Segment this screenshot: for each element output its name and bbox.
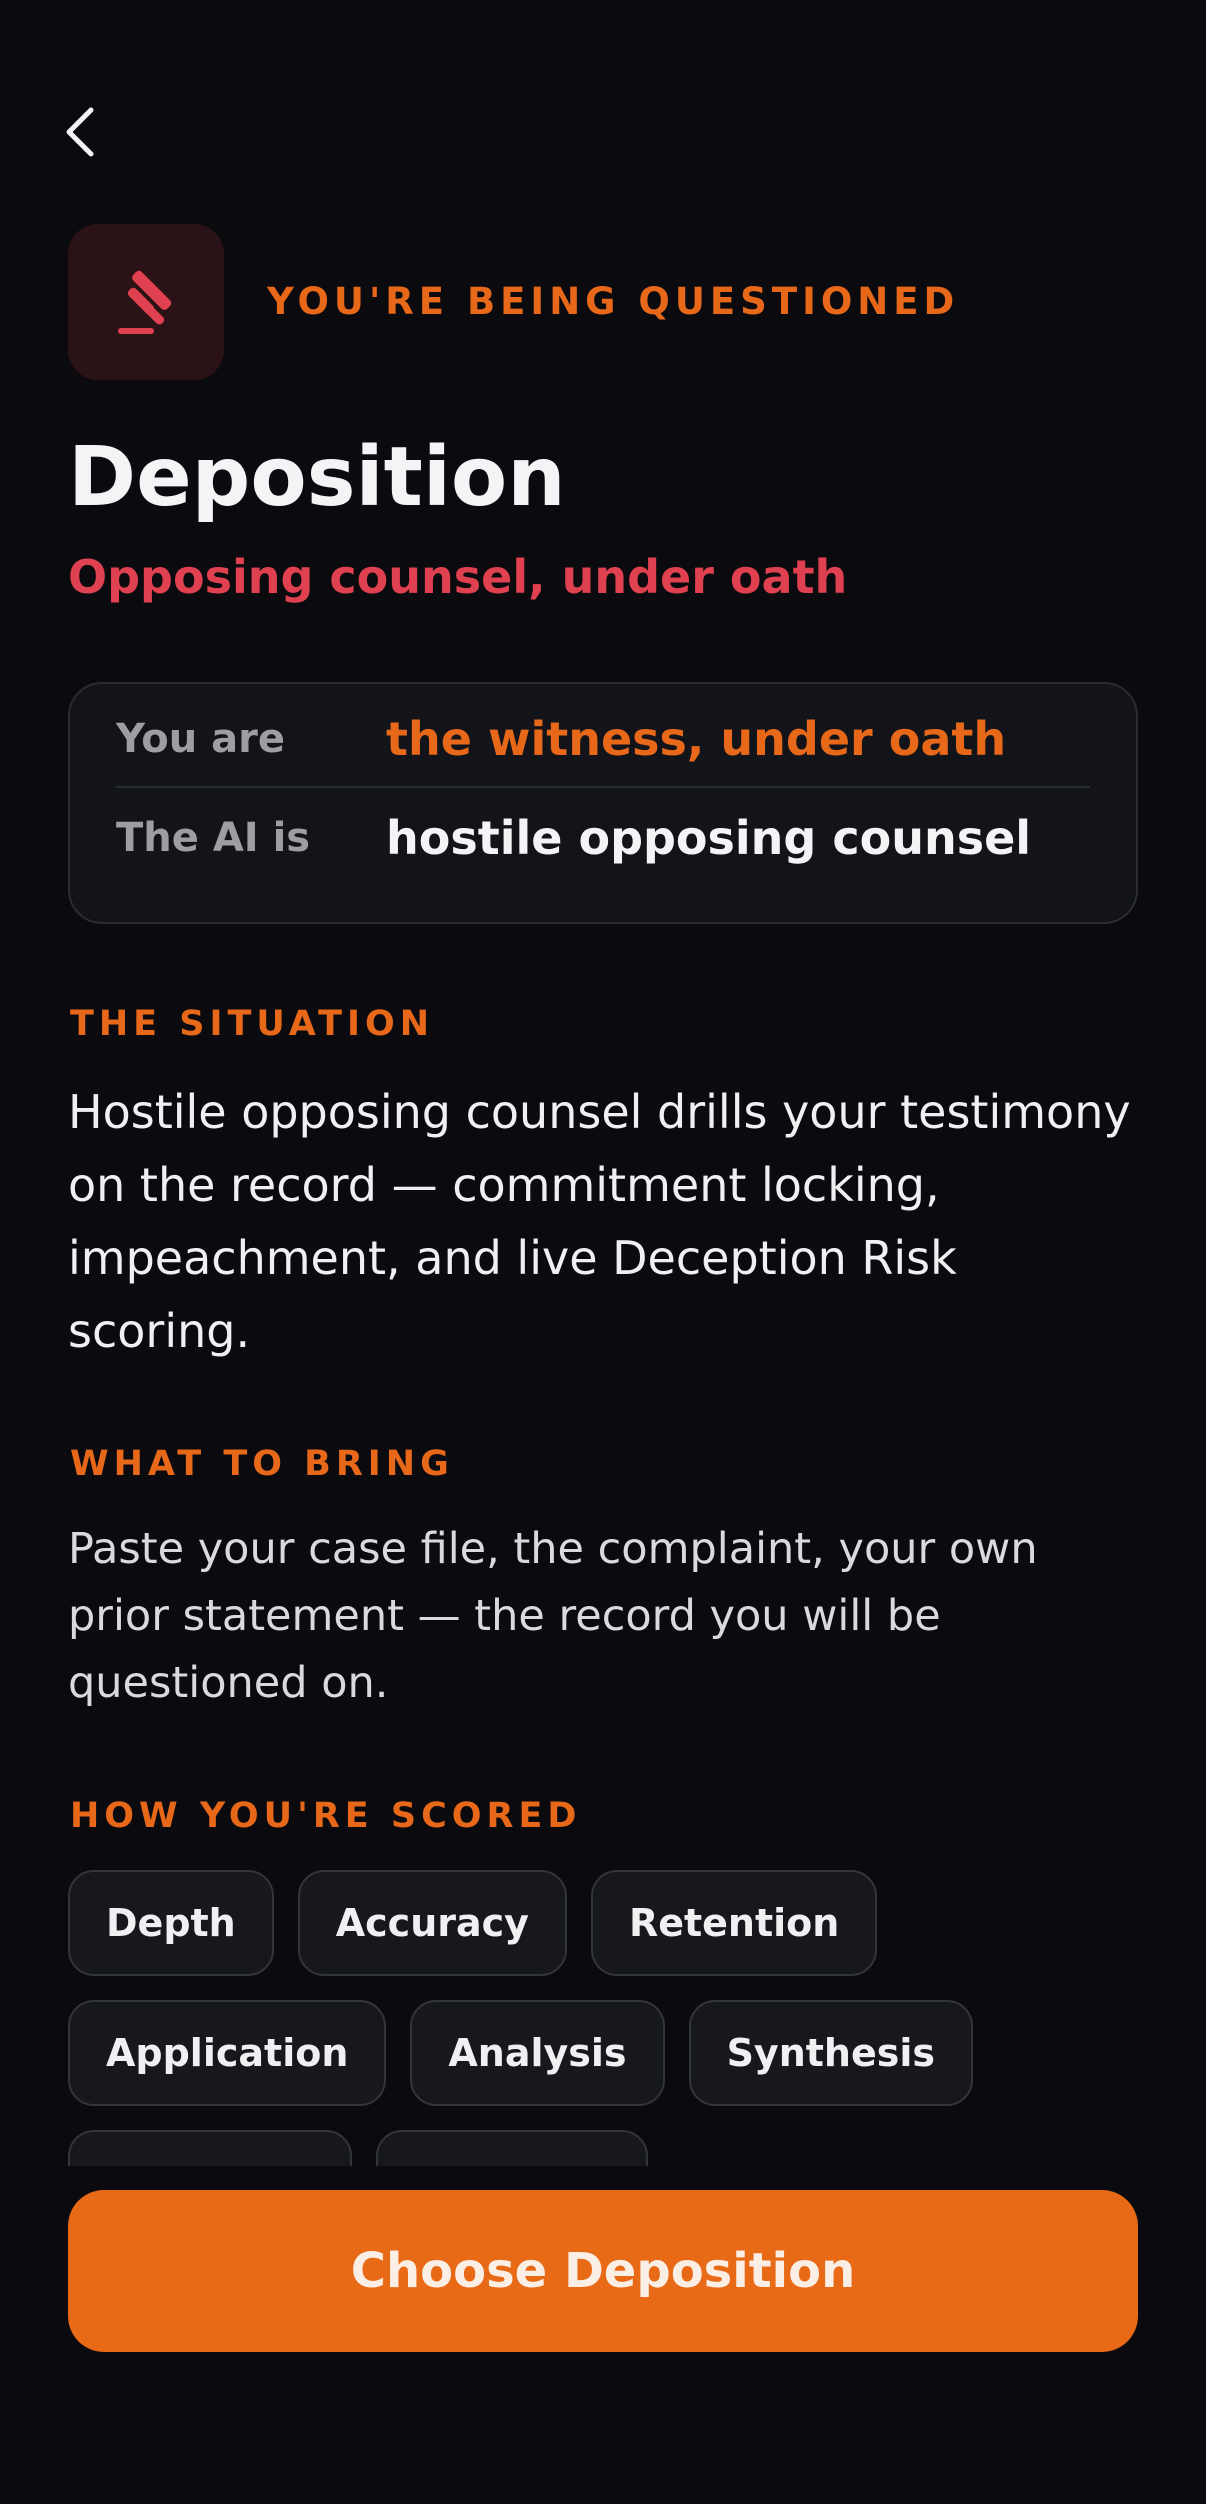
scenario-icon-tile (68, 224, 224, 380)
deposition-screen: YOU'RE BEING QUESTIONED Deposition Oppos… (0, 0, 1206, 2504)
score-chip-application[interactable]: Application (68, 2000, 387, 2106)
page-subtitle: Opposing counsel, under oath (68, 550, 848, 604)
bring-heading: WHAT TO BRING (70, 1444, 454, 1484)
role-row-you: You are the witness, under oath (116, 692, 1090, 788)
score-chip-retention[interactable]: Retention (590, 1870, 878, 1976)
you-value: the witness, under oath (386, 712, 1007, 766)
score-chip-analysis[interactable]: Analysis (410, 2000, 665, 2106)
choose-deposition-button[interactable]: Choose Deposition (68, 2190, 1138, 2352)
situation-text: Hostile opposing counsel drills your tes… (68, 1085, 1131, 1358)
page-title: Deposition (68, 430, 566, 525)
score-chip-partial[interactable] (376, 2130, 648, 2166)
you-label: You are (116, 716, 286, 762)
score-chip-synthesis[interactable]: Synthesis (688, 2000, 974, 2106)
ai-value: hostile opposing counsel (386, 811, 1032, 865)
bring-text: Paste your case file, the complaint, you… (68, 1524, 1038, 1708)
ai-label: The AI is (116, 815, 311, 861)
score-chip-accuracy[interactable]: Accuracy (297, 1870, 567, 1976)
situation-heading: THE SITUATION (70, 1004, 435, 1044)
score-chip-depth[interactable]: Depth (68, 1870, 274, 1976)
back-button[interactable] (56, 104, 104, 160)
scoring-chips-scroll[interactable]: Depth Accuracy Retention Application Ana… (68, 1870, 1138, 2166)
gavel-icon (118, 270, 172, 334)
scenario-eyebrow: YOU'RE BEING QUESTIONED (267, 280, 960, 323)
scoring-heading: HOW YOU'RE SCORED (70, 1796, 582, 1836)
score-chip-partial[interactable] (68, 2130, 352, 2166)
role-row-ai: The AI is hostile opposing counsel (116, 790, 1090, 886)
roles-card: You are the witness, under oath The AI i… (68, 682, 1138, 924)
chevron-left-icon (66, 107, 94, 157)
scoring-chips: Depth Accuracy Retention Application Ana… (68, 1870, 1138, 2166)
